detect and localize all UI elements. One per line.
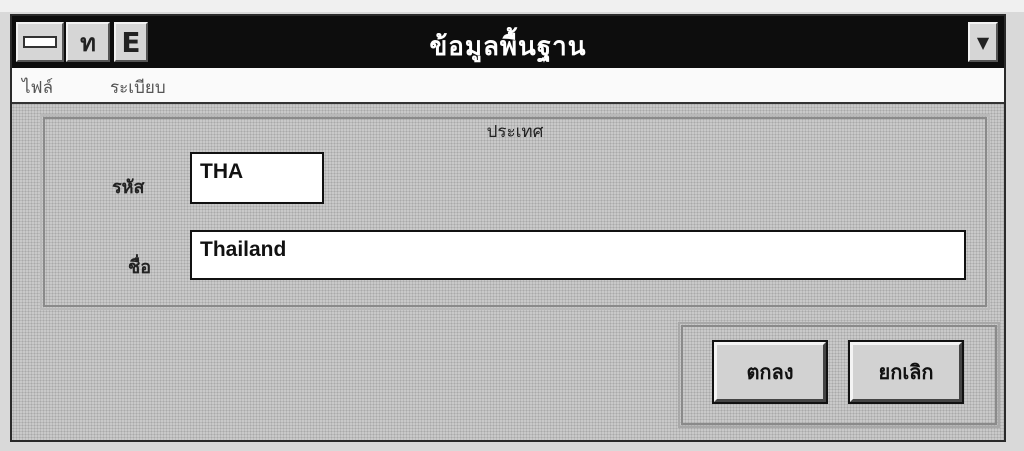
dialog-window: ท E ข้อมูลพื้นฐาน ▼ ไฟล์ ระเบียบ ประเทศ … <box>10 14 1006 442</box>
title-bar[interactable]: ท E ข้อมูลพื้นฐาน ▼ <box>12 16 1004 68</box>
country-groupbox: ประเทศ รหัส THA ชื่อ Thailand <box>40 114 990 310</box>
menu-bar: ไฟล์ ระเบียบ <box>12 68 1004 104</box>
window-title: ข้อมูลพื้นฐาน <box>429 32 587 62</box>
menu-item-rules[interactable]: ระเบียบ <box>110 74 166 101</box>
group-title: ประเทศ <box>486 122 544 142</box>
chevron-down-icon: ▼ <box>976 32 990 52</box>
cancel-button[interactable]: ยกเลิก <box>848 340 964 404</box>
minimize-button[interactable]: ▼ <box>968 22 998 62</box>
ok-button[interactable]: ตกลง <box>712 340 828 404</box>
menu-item-file[interactable]: ไฟล์ <box>22 74 53 101</box>
name-label: ชื่อ <box>128 257 152 278</box>
code-label: รหัส <box>112 177 145 198</box>
name-field[interactable]: Thailand <box>190 230 966 280</box>
page-top-strip <box>0 0 1024 12</box>
code-field[interactable]: THA <box>190 152 324 204</box>
